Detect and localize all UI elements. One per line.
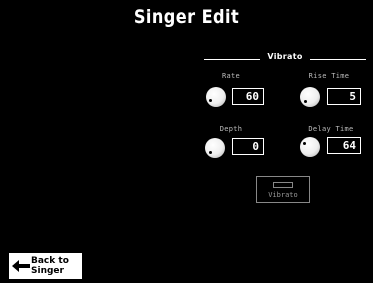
back-to-singer-button[interactable]: Back to Singer	[9, 253, 82, 279]
depth-value[interactable]: 0	[232, 138, 264, 155]
delay-time-knob-icon[interactable]	[300, 137, 320, 157]
depth-knob-icon[interactable]	[205, 138, 225, 158]
delay-time-value[interactable]: 64	[327, 137, 361, 154]
rate-knob-icon[interactable]	[206, 87, 226, 107]
rise-time-label: Rise Time	[308, 72, 350, 80]
rate-label: Rate	[221, 72, 241, 80]
rise-time-knob-icon[interactable]	[300, 87, 320, 107]
delay-time-label: Delay Time	[308, 125, 354, 133]
vibrato-indicator	[273, 182, 293, 188]
vibrato-toggle-label: Vibrato	[268, 191, 298, 199]
rate-value[interactable]: 60	[232, 88, 264, 105]
back-label-line1: Back to	[31, 256, 69, 266]
vibrato-group-title: Vibrato	[267, 52, 303, 61]
left-arrow-icon	[12, 260, 30, 272]
rise-time-value[interactable]: 5	[327, 88, 361, 105]
depth-label: Depth	[219, 125, 243, 133]
back-label-line2: Singer	[31, 266, 64, 276]
screen-title: Singer Edit	[133, 6, 240, 28]
group-divider-right	[310, 59, 366, 60]
group-divider-left	[204, 59, 260, 60]
vibrato-toggle-button[interactable]: Vibrato	[256, 176, 310, 203]
